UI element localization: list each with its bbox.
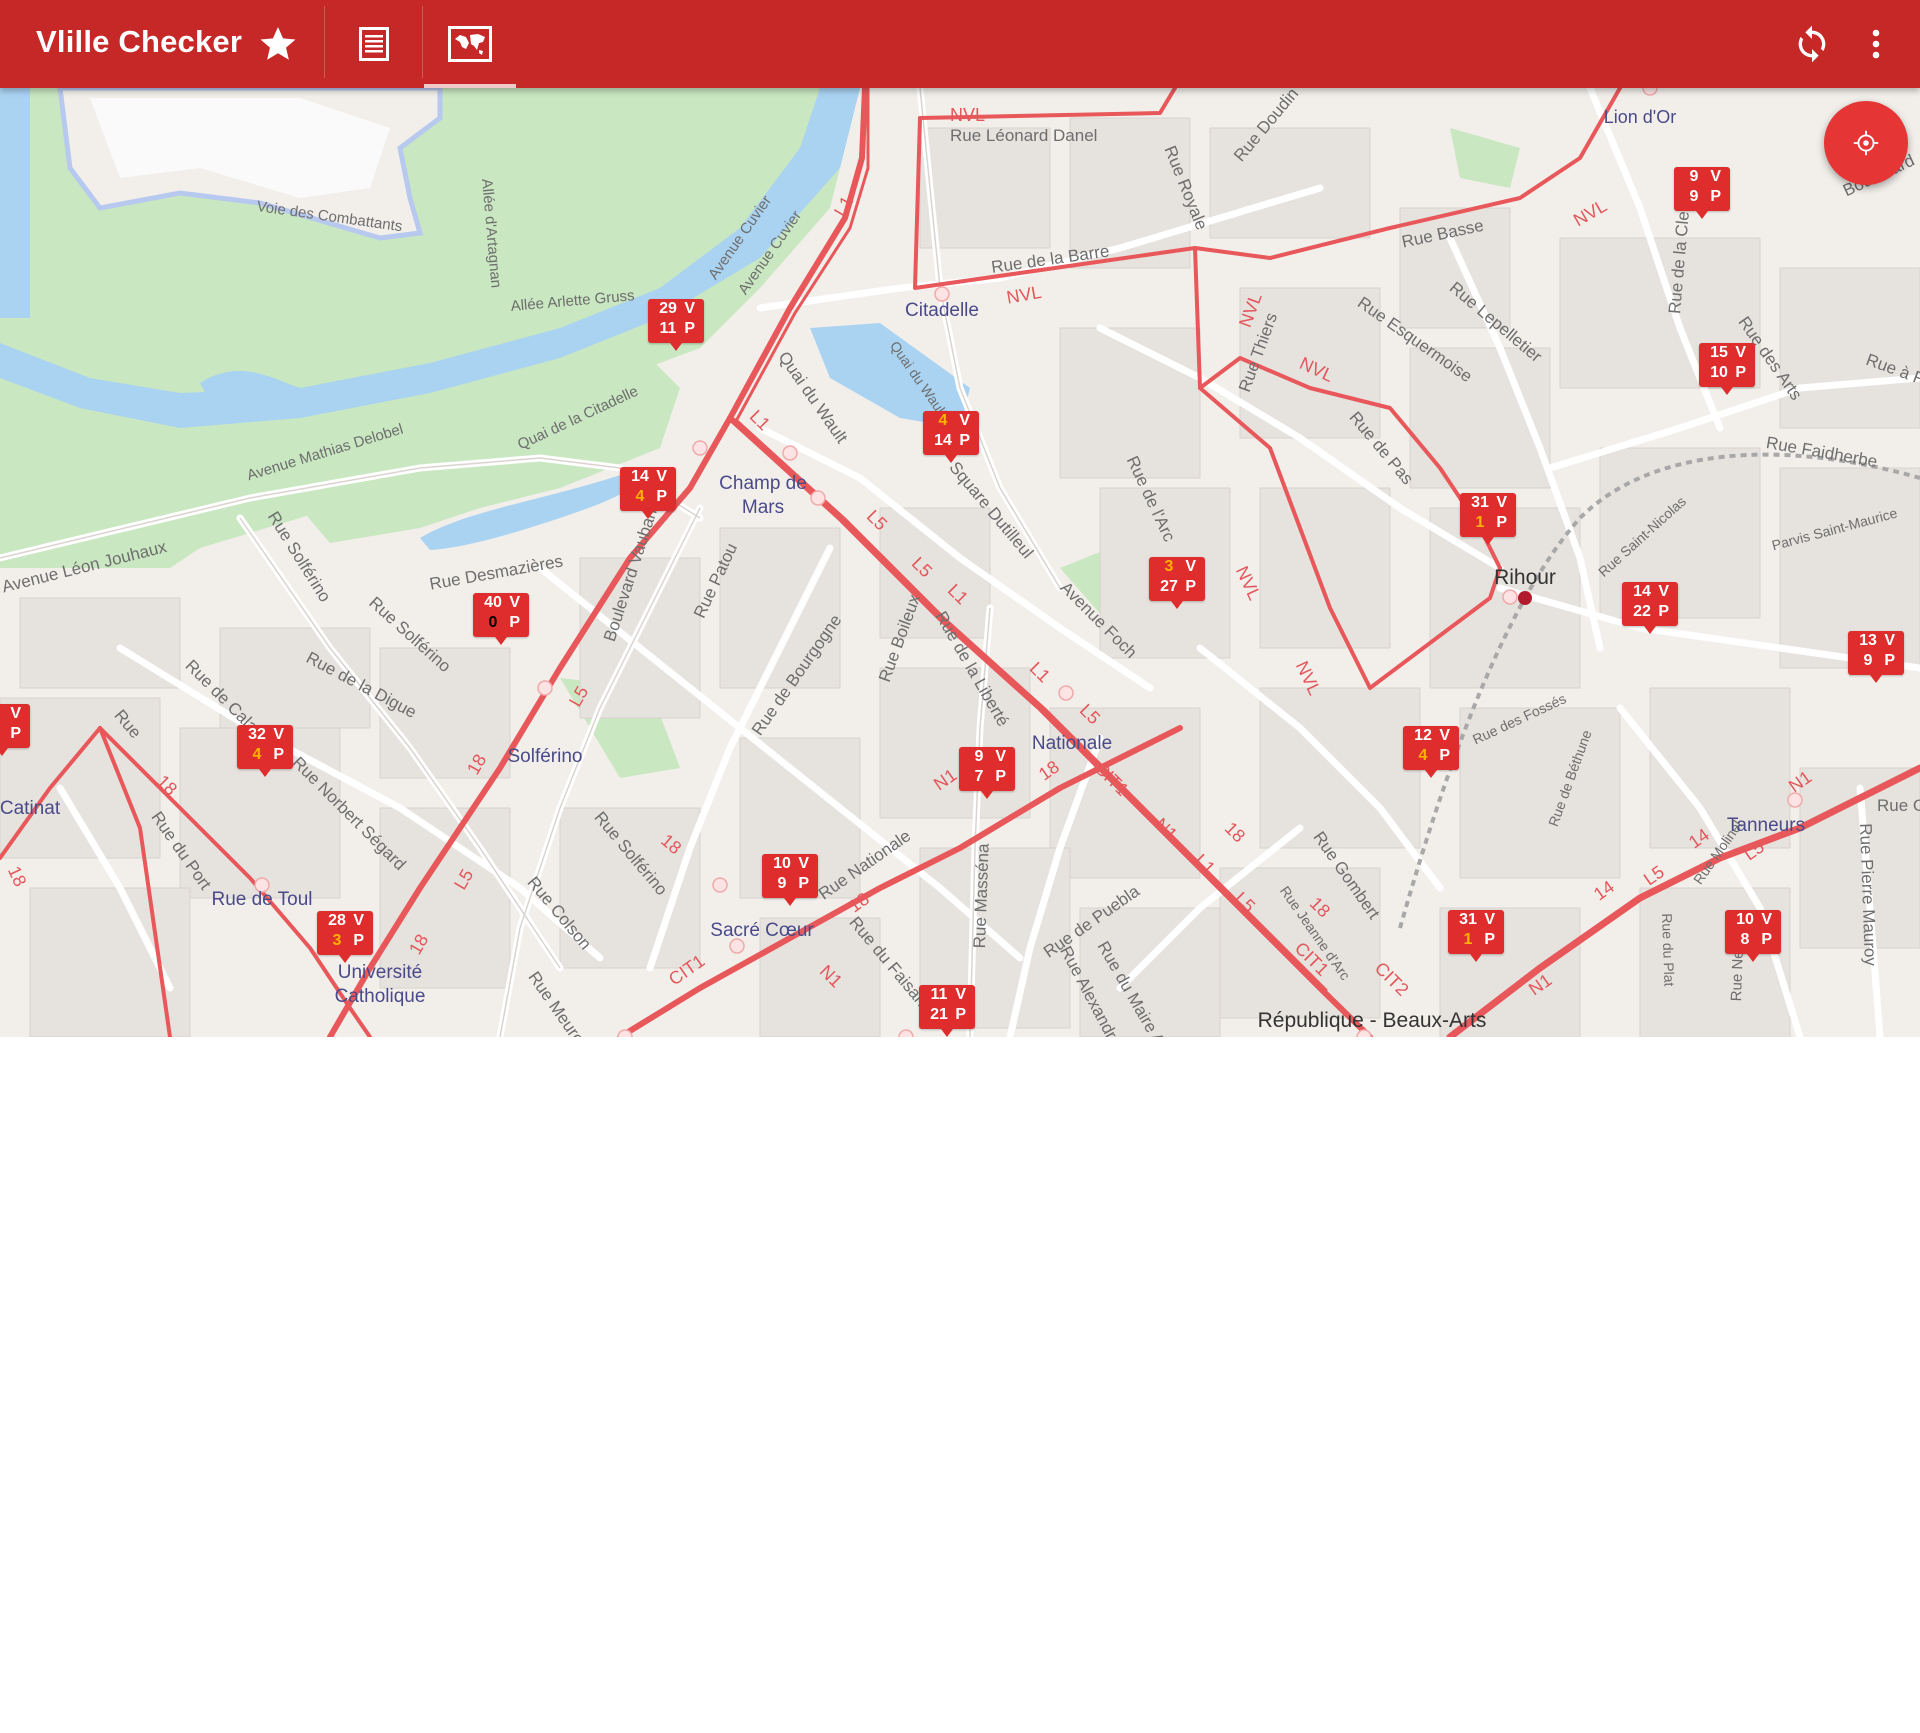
- street-label: Rue du Plat: [1659, 913, 1678, 987]
- place-label: Citadelle: [905, 300, 979, 321]
- station-marker[interactable]: 13 V 9P: [1848, 631, 1904, 683]
- place-label: République - Beaux-Arts: [1257, 1009, 1487, 1032]
- street-label: Rue Masséna: [970, 843, 993, 949]
- refresh-icon: [1798, 25, 1826, 63]
- place-label: Sacré Cœur: [710, 920, 814, 941]
- station-marker[interactable]: 32 V 4P: [237, 725, 293, 777]
- station-marker[interactable]: 15 V 10 P: [1699, 343, 1755, 395]
- place-label: Nationale: [1031, 733, 1113, 754]
- station-marker[interactable]: 9V 9P: [1674, 167, 1730, 219]
- station-marker[interactable]: V P: [0, 704, 30, 756]
- station-marker[interactable]: 4V 14 P: [923, 411, 979, 463]
- station-marker[interactable]: 31 V 1P: [1448, 910, 1504, 962]
- star-icon: [260, 27, 296, 60]
- street-label: Rue G: [1877, 796, 1920, 815]
- empty-area: [0, 1037, 1920, 1733]
- refresh-button[interactable]: [1770, 0, 1854, 88]
- place-label: Lion d'Or: [1603, 107, 1677, 127]
- station-marker[interactable]: 14 V 4P: [620, 467, 676, 519]
- place-label: Solférino: [507, 746, 583, 767]
- tab-map[interactable]: [424, 0, 516, 88]
- line-label: NVL: [950, 105, 986, 125]
- place-label: Rihour: [1494, 566, 1556, 589]
- my-location-icon: [1853, 130, 1879, 156]
- station-marker[interactable]: 3V 27 P: [1149, 557, 1205, 609]
- station-marker[interactable]: 12 V 4P: [1403, 726, 1459, 778]
- map-icon: [448, 26, 492, 62]
- tab-favorites[interactable]: [236, 0, 320, 88]
- map-view[interactable]: Rue Léonard Danel Rue Royale Rue Doudin …: [0, 88, 1920, 1037]
- station-marker[interactable]: 40 V 0P: [473, 593, 529, 645]
- more-vert-icon: [1872, 29, 1880, 59]
- station-marker[interactable]: 11 V 21 P: [919, 985, 975, 1037]
- place-label: Université Catholique: [334, 962, 426, 1007]
- station-marker[interactable]: 31 V 1P: [1460, 493, 1516, 545]
- locate-me-button[interactable]: [1824, 101, 1908, 185]
- place-label: Rue de Toul: [211, 889, 313, 910]
- place-label: Champ de Mars: [719, 473, 807, 518]
- station-marker[interactable]: 10 V 8P: [1725, 910, 1781, 962]
- station-marker[interactable]: 9V 7P: [959, 747, 1015, 799]
- station-marker[interactable]: 28 V 3P: [317, 911, 373, 963]
- app-bar: Vlille Checker: [0, 0, 1920, 88]
- station-marker[interactable]: 14 V 22 P: [1622, 582, 1678, 634]
- place-label: Catinat: [0, 798, 61, 819]
- station-marker[interactable]: 29 V 11 P: [648, 299, 704, 351]
- overflow-menu-button[interactable]: [1856, 0, 1896, 88]
- tab-list[interactable]: [330, 0, 418, 88]
- station-marker[interactable]: 10 V 9P: [762, 854, 818, 906]
- street-label: Rue Léonard Danel: [950, 126, 1098, 145]
- app-title: Vlille Checker: [36, 24, 243, 59]
- tab-indicator: [424, 84, 516, 88]
- list-icon: [359, 27, 389, 61]
- place-label: Tanneurs: [1726, 815, 1806, 836]
